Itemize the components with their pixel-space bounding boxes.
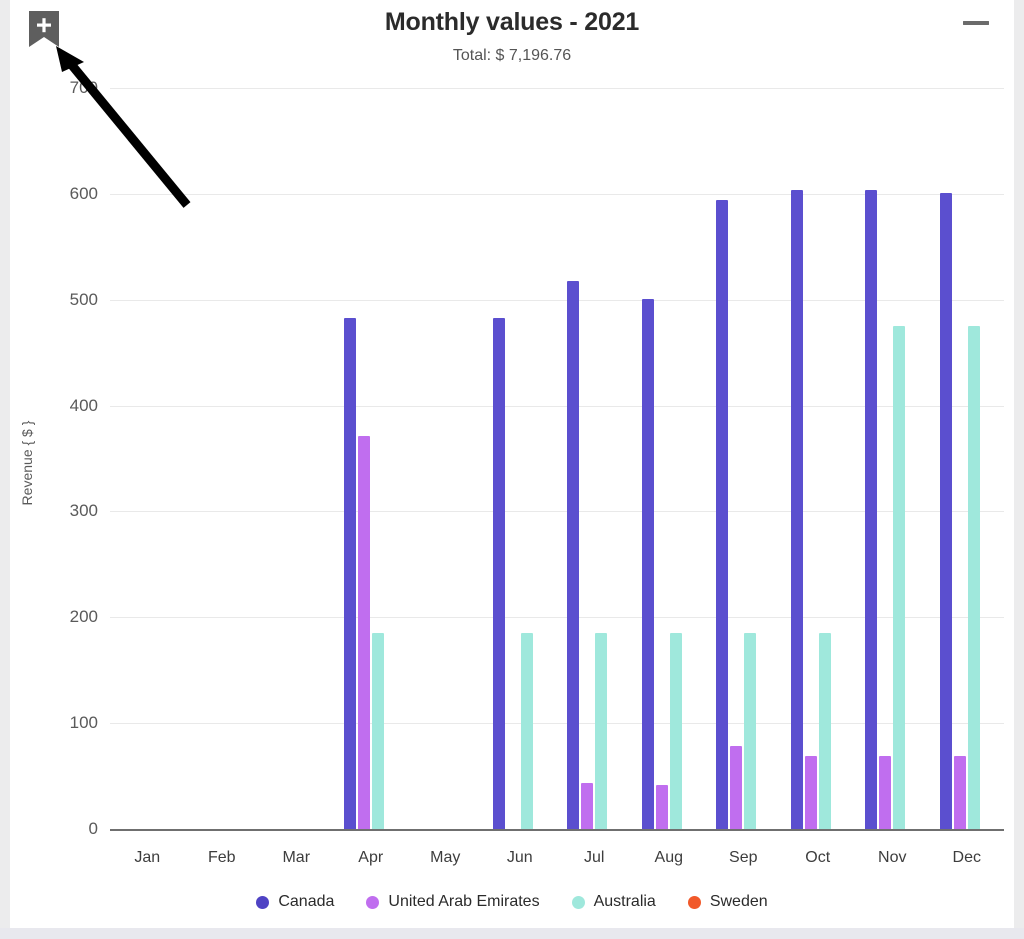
bottom-strip: [0, 928, 1024, 939]
bar-united-arab-emirates-oct[interactable]: [804, 755, 817, 829]
x-axis-tick-label: Aug: [654, 849, 683, 866]
bar-canada-sep[interactable]: [716, 200, 729, 829]
legend-item-united-arab-emirates[interactable]: United Arab Emirates: [366, 893, 540, 911]
legend-item-canada[interactable]: Canada: [256, 893, 334, 911]
bar-united-arab-emirates-nov[interactable]: [879, 755, 892, 829]
bar-united-arab-emirates-sep[interactable]: [730, 746, 743, 829]
x-axis-line: [110, 829, 1004, 831]
legend-label: Canada: [278, 893, 335, 910]
x-axis-tick-label: Nov: [878, 849, 907, 866]
chart-legend: Canada United Arab Emirates Australia Swede…: [10, 893, 1014, 911]
x-axis-tick-label: Sep: [729, 849, 758, 866]
legend-item-australia[interactable]: Australia: [571, 893, 656, 911]
y-axis-title: Revenue { $ }: [19, 420, 35, 506]
legend-label: Sweden: [709, 893, 768, 910]
plot-area: 0 100 200 300 400 500 600 700 Revenue { $ } Jan…: [10, 0, 1014, 880]
x-axis-tick-label: Jun: [506, 849, 533, 866]
y-axis-tick-label: 700: [69, 78, 98, 97]
legend-color-swatch: [571, 895, 585, 909]
bar-united-arab-emirates-jul[interactable]: [581, 783, 594, 829]
bar-australia-aug[interactable]: [669, 633, 682, 829]
bar-united-arab-emirates-apr[interactable]: [357, 436, 370, 829]
x-axis-tick-label: Jan: [134, 849, 161, 866]
bar-canada-dec[interactable]: [939, 192, 952, 829]
legend-color-swatch: [366, 895, 380, 909]
bar-canada-nov[interactable]: [865, 189, 878, 829]
x-axis-tick-label: Oct: [805, 849, 831, 866]
bar-canada-jul[interactable]: [567, 280, 580, 829]
y-axis-tick-label: 100: [69, 713, 98, 733]
chart-card: Monthly values - 2021 Total: $ 7,196.76 …: [10, 0, 1014, 928]
bar-australia-sep[interactable]: [744, 633, 757, 829]
bar-united-arab-emirates-aug[interactable]: [655, 784, 668, 829]
y-axis-tick-label: 600: [69, 183, 98, 203]
y-axis-tick-label: 500: [69, 289, 98, 309]
bar-australia-dec[interactable]: [967, 326, 980, 829]
x-axis-tick-label: Mar: [282, 849, 311, 866]
x-axis-tick-label: May: [430, 849, 461, 866]
chart-page: Monthly values - 2021 Total: $ 7,196.76 …: [0, 0, 1024, 939]
x-axis-tick-label: Jul: [584, 849, 605, 866]
bar-australia-jul[interactable]: [595, 633, 608, 829]
bar-australia-nov[interactable]: [893, 326, 906, 829]
legend-color-swatch: [687, 895, 701, 909]
bar-canada-apr[interactable]: [343, 317, 356, 829]
y-axis-tick-label: 200: [69, 607, 98, 627]
bar-australia-apr[interactable]: [371, 633, 384, 829]
bar-canada-jun[interactable]: [492, 317, 505, 829]
bar-canada-aug[interactable]: [641, 298, 654, 829]
x-axis-tick-label: Feb: [207, 849, 236, 866]
legend-label: United Arab Emirates: [388, 893, 540, 910]
bar-united-arab-emirates-dec[interactable]: [953, 755, 966, 829]
legend-color-swatch: [256, 895, 270, 909]
x-axis-tick-label: Dec: [952, 849, 981, 866]
y-axis-tick-label: 0: [88, 819, 98, 838]
gridline: [110, 88, 1004, 89]
legend-label: Australia: [593, 893, 656, 910]
x-axis-tick-label: Apr: [358, 849, 384, 866]
legend-item-sweden[interactable]: Sweden: [687, 893, 768, 911]
bar-australia-oct[interactable]: [818, 633, 831, 829]
bar-australia-jun[interactable]: [520, 633, 533, 829]
bar-canada-oct[interactable]: [790, 189, 803, 829]
